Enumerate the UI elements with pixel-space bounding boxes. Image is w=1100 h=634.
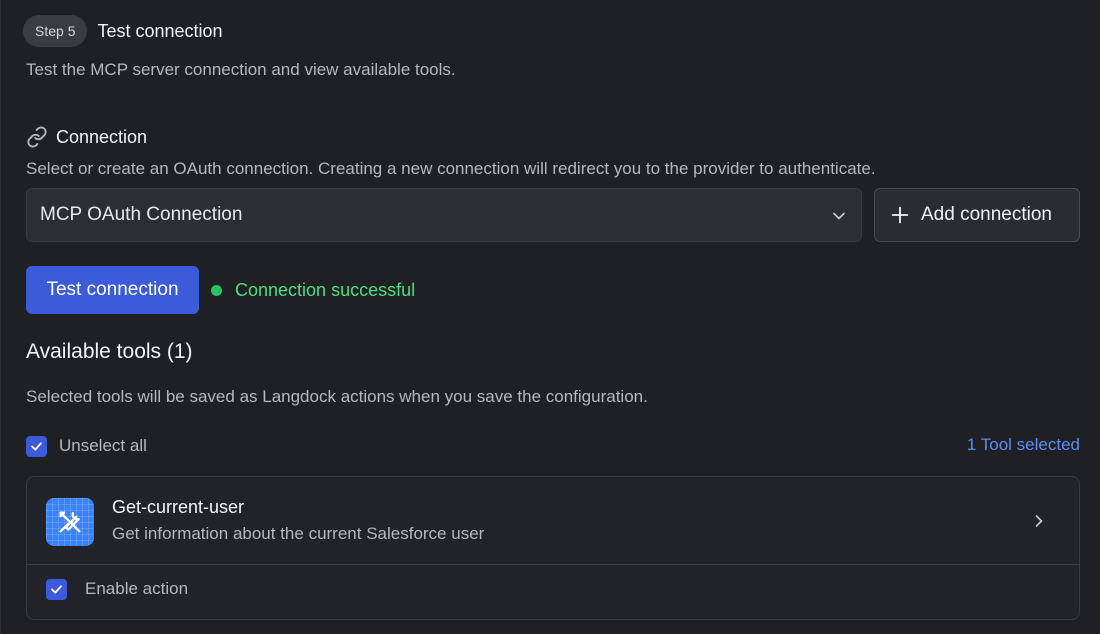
unselect-all-toggle[interactable]: Unselect all (26, 435, 147, 457)
unselect-all-label: Unselect all (59, 436, 147, 455)
tool-description: Get information about the current Salesf… (112, 524, 485, 543)
tools-title: Available tools (1) (26, 340, 193, 363)
enable-action-label: Enable action (85, 579, 189, 598)
checkmark-icon (31, 441, 42, 451)
connection-status: Connection successful (211, 278, 415, 302)
connection-description: Select or create an OAuth connection. Cr… (26, 159, 876, 178)
connection-header: Connection (26, 125, 147, 149)
plus-icon (891, 206, 909, 224)
tools-icon (46, 498, 94, 546)
connection-title: Connection (56, 126, 148, 147)
divider (27, 564, 1079, 565)
enable-action-toggle[interactable]: Enable action (46, 578, 188, 600)
tool-name: Get-current-user (112, 497, 245, 517)
connection-select[interactable]: MCP OAuth Connection (26, 188, 862, 242)
test-connection-button[interactable]: Test connection (26, 266, 199, 314)
step-description: Test the MCP server connection and view … (26, 60, 456, 79)
chevron-right-icon[interactable] (1029, 511, 1049, 531)
add-connection-button[interactable]: Add connection (874, 188, 1080, 242)
unselect-all-checkbox[interactable] (26, 435, 47, 457)
status-text: Connection successful (235, 279, 416, 300)
enable-action-checkbox[interactable] (46, 578, 67, 600)
tool-card: Get-current-user Get information about t… (26, 476, 1080, 620)
tools-selected-count: 1 Tool selected (966, 435, 1080, 454)
page: Step 5 Test connection Test the MCP serv… (0, 0, 1100, 634)
step-badge: Step 5 (23, 15, 88, 47)
checkmark-icon (51, 584, 62, 594)
chevron-down-icon (833, 212, 845, 220)
step-title: Test connection (97, 20, 223, 41)
tool-item[interactable]: Get-current-user Get information about t… (27, 477, 1079, 565)
status-dot-icon (211, 284, 222, 296)
link-icon (27, 126, 47, 148)
tools-description: Selected tools will be saved as Langdock… (26, 387, 648, 406)
connection-select-value: MCP OAuth Connection (40, 204, 243, 225)
divider (0, 0, 1, 634)
step-header: Step 5 Test connection (23, 15, 223, 47)
add-connection-label: Add connection (921, 204, 1052, 225)
